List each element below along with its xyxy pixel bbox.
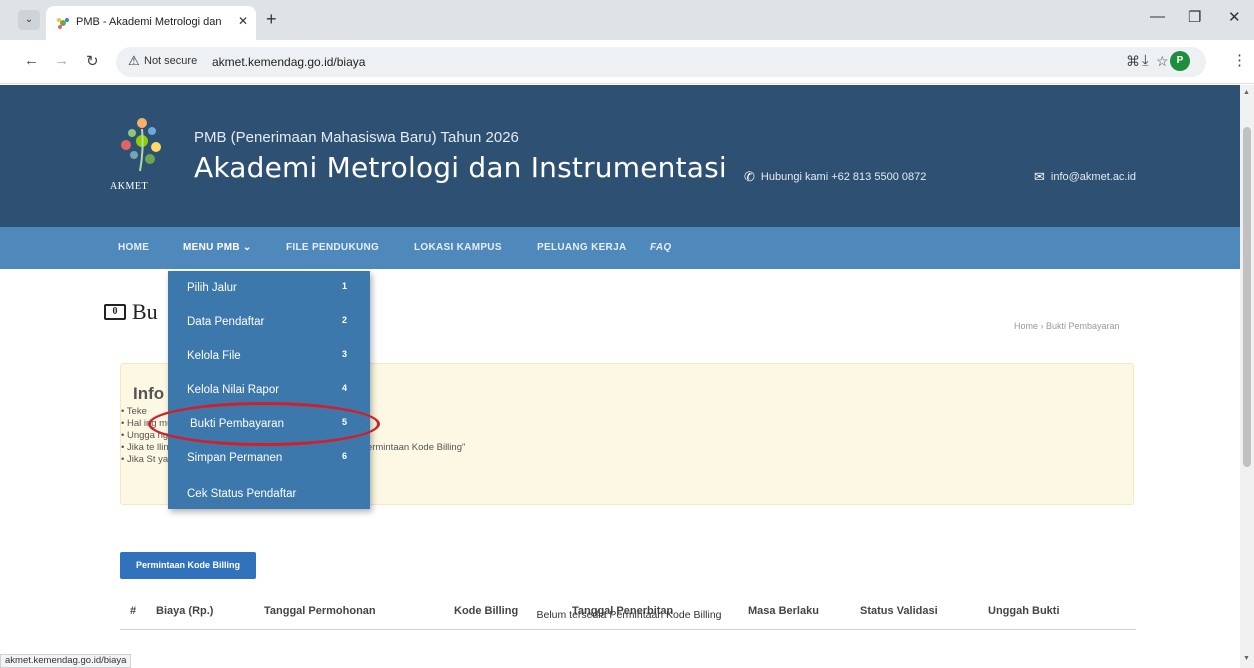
info-title: Info [133, 384, 165, 403]
contact-phone[interactable]: ✆ Hubungi kami +62 813 5500 0872 [744, 169, 926, 185]
scroll-up-icon[interactable]: ▲ [1243, 89, 1250, 96]
dropdown-item-simpan-permanen[interactable]: Simpan Permanen 6 [168, 441, 370, 475]
bookmark-star-icon[interactable]: ☆ [1156, 53, 1169, 70]
akmet-logo[interactable]: AKMET [104, 109, 180, 205]
money-icon: 0 [104, 304, 126, 320]
url-bar[interactable]: ⚠ Not secure akmet.kemendag.go.id/biaya … [116, 47, 1206, 77]
contact-email[interactable]: ✉ info@akmet.ac.id [1034, 169, 1136, 185]
minimize-icon[interactable]: — [1150, 8, 1165, 25]
status-url-bar: akmet.kemendag.go.id/biaya [0, 654, 132, 668]
forward-icon[interactable]: → [54, 52, 69, 69]
back-icon[interactable]: ← [24, 52, 39, 69]
nav-menu-pmb[interactable]: MENU PMB ⌄ [183, 242, 252, 253]
main-navbar: HOME MENU PMB ⌄ FILE PENDUKUNG LOKASI KA… [0, 227, 1240, 269]
phone-icon: ✆ [744, 169, 755, 184]
profile-avatar[interactable]: P [1170, 51, 1190, 71]
request-billing-code-button[interactable]: Permintaan Kode Billing [120, 552, 256, 579]
nav-lokasi-kampus[interactable]: LOKASI KAMPUS [414, 242, 502, 253]
dropdown-item-number: 4 [342, 383, 348, 393]
page-viewport: AKMET PMB (Penerimaan Mahasiswa Baru) Ta… [0, 85, 1240, 668]
url-text[interactable]: akmet.kemendag.go.id/biaya [212, 55, 365, 69]
header-subtitle: PMB (Penerimaan Mahasiswa Baru) Tahun 20… [194, 129, 519, 146]
menu-kebab-icon[interactable]: ⋮ [1232, 51, 1247, 69]
dropdown-item-label: Simpan Permanen [187, 452, 283, 464]
address-toolbar: ← → ↻ ⚠ Not secure akmet.kemendag.go.id/… [0, 40, 1254, 84]
window-close-icon[interactable]: ✕ [1228, 8, 1241, 26]
envelope-icon: ✉ [1034, 169, 1045, 184]
logo-text: AKMET [110, 181, 149, 192]
info-line: • Teke [121, 406, 147, 417]
page-scrollbar[interactable]: ▲ ▼ [1240, 85, 1254, 668]
breadcrumb[interactable]: Home › Bukti Pembayaran [1014, 321, 1120, 331]
dropdown-item-pilih-jalur[interactable]: Pilih Jalur 1 [168, 271, 370, 305]
email-text: info@akmet.ac.id [1050, 171, 1137, 183]
nav-home[interactable]: HOME [118, 242, 149, 253]
site-header: AKMET PMB (Penerimaan Mahasiswa Baru) Ta… [0, 85, 1240, 227]
dropdown-item-label: Cek Status Pendaftar [187, 488, 297, 500]
warning-icon[interactable]: ⚠ [128, 53, 140, 69]
logo-graphic-icon [121, 118, 161, 172]
download-icon[interactable]: ⤓ [1142, 52, 1149, 69]
reload-icon[interactable]: ↻ [86, 52, 99, 70]
tab-title: PMB - Akademi Metrologi dan [76, 16, 222, 28]
phone-text: Hubungi kami +62 813 5500 0872 [760, 171, 927, 183]
site-title: Akademi Metrologi dan Instrumentasi [194, 151, 727, 184]
scroll-thumb[interactable] [1243, 127, 1251, 467]
dropdown-item-label: Pilih Jalur [187, 282, 237, 294]
dropdown-item-number: 3 [342, 349, 348, 359]
scroll-down-icon[interactable]: ▼ [1243, 655, 1250, 662]
highlight-ellipse [148, 402, 380, 446]
empty-table-message: Belum tersedia Permintaan Kode Billing [536, 609, 722, 621]
dropdown-item-kelola-file[interactable]: Kelola File 3 [168, 339, 370, 373]
nav-file-pendukung[interactable]: FILE PENDUKUNG [286, 242, 379, 253]
new-tab-icon[interactable]: + [266, 9, 277, 30]
close-tab-icon[interactable]: ✕ [238, 14, 248, 28]
security-label[interactable]: Not secure [144, 55, 197, 67]
translate-icon[interactable]: ⌘ [1126, 53, 1140, 70]
menu-pmb-dropdown: Pilih Jalur 1 Data Pendaftar 2 Kelola Fi… [168, 271, 370, 509]
dropdown-item-number: 1 [342, 281, 348, 291]
dropdown-item-number: 6 [342, 451, 348, 461]
browser-tab[interactable]: PMB - Akademi Metrologi dan ✕ [46, 6, 256, 40]
dropdown-item-label: Kelola Nilai Rapor [187, 384, 280, 396]
dropdown-item-cek-status-pendaftar[interactable]: Cek Status Pendaftar [168, 475, 370, 509]
dropdown-item-label: Kelola File [187, 350, 241, 362]
nav-faq[interactable]: FAQ [650, 242, 671, 253]
nav-peluang-kerja[interactable]: PELUANG KERJA [537, 242, 626, 253]
site-favicon-icon [57, 18, 69, 29]
browser-tab-bar: ⌄ PMB - Akademi Metrologi dan ✕ + — ❐ ✕ [0, 0, 1254, 40]
tab-search-chevron-icon[interactable]: ⌄ [18, 10, 40, 30]
dropdown-item-label: Data Pendaftar [187, 316, 265, 328]
dropdown-item-data-pendaftar[interactable]: Data Pendaftar 2 [168, 305, 370, 339]
dropdown-item-number: 2 [342, 315, 348, 325]
page-title: 0 Bu [104, 299, 158, 325]
page-title-text: Bu [132, 299, 158, 324]
restore-icon[interactable]: ❐ [1188, 8, 1201, 26]
